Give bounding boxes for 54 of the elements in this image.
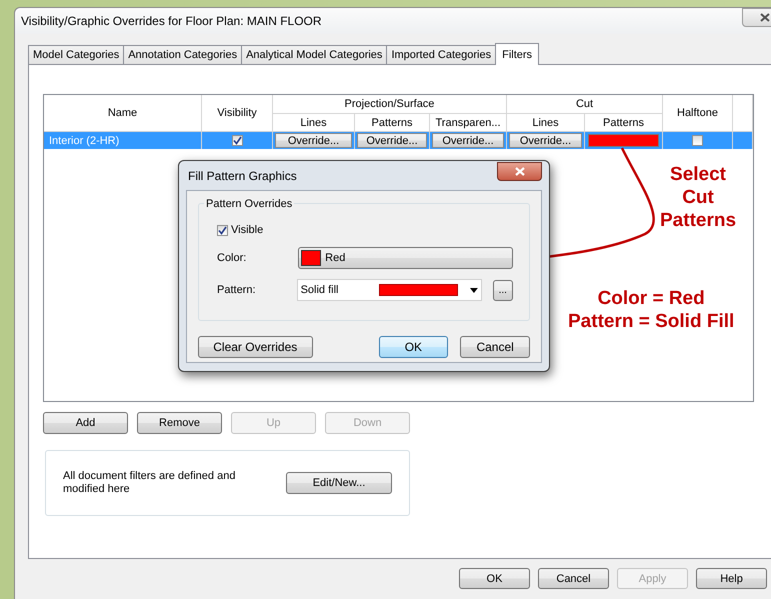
- footer-button[interactable]: OK: [459, 568, 530, 589]
- column-header: Projection/Surface: [273, 95, 507, 114]
- close-icon: [514, 166, 524, 176]
- field-label: Color:: [217, 252, 248, 264]
- callout-text: Patterns: [660, 209, 736, 232]
- dialog-button[interactable]: Clear Overrides: [198, 336, 313, 358]
- override-button[interactable]: Override...: [357, 133, 427, 148]
- color-swatch[interactable]: [588, 134, 659, 147]
- callout-text: Pattern = Solid Fill: [568, 310, 734, 333]
- more-button[interactable]: ...: [492, 280, 513, 300]
- dialog-button[interactable]: OK: [378, 336, 448, 358]
- column-header: Cut: [507, 95, 663, 114]
- dropdown-arrow-icon: [470, 288, 478, 292]
- callout-text: Cut: [682, 186, 714, 209]
- action-button[interactable]: Add: [43, 412, 128, 434]
- tab[interactable]: Analytical Model Categories: [241, 45, 388, 64]
- override-button[interactable]: Override...: [432, 133, 504, 148]
- footer-button[interactable]: Cancel: [538, 568, 609, 589]
- column-header: Lines: [273, 114, 355, 132]
- field-label: Pattern:: [217, 284, 257, 296]
- override-button[interactable]: Override...: [275, 133, 352, 148]
- info-text: All document filters are defined and modified here: [63, 470, 236, 496]
- tab[interactable]: Annotation Categories: [123, 45, 242, 64]
- color-value: Red: [325, 252, 346, 264]
- column-header: Patterns: [355, 114, 430, 132]
- column-header: Visibility: [202, 95, 273, 132]
- checkbox[interactable]: [692, 135, 703, 146]
- column-header: Halftone: [663, 95, 733, 132]
- tab[interactable]: Imported Categories: [386, 45, 496, 64]
- close-button[interactable]: [497, 162, 542, 180]
- pattern-dropdown[interactable]: Solid fill: [296, 279, 482, 301]
- tab[interactable]: Model Categories: [28, 45, 124, 64]
- callout-text: Color = Red: [598, 287, 705, 310]
- column-header: Name: [44, 95, 202, 132]
- callout-text: Select: [670, 163, 726, 186]
- column-header: Patterns: [585, 114, 663, 132]
- dialog-title: Fill Pattern Graphics: [187, 168, 297, 182]
- column-header: Transparen...: [430, 114, 507, 132]
- tab[interactable]: Filters: [495, 43, 540, 65]
- override-button[interactable]: Override...: [509, 133, 582, 148]
- dropdown-value: Solid fill: [300, 284, 340, 296]
- close-icon: [760, 13, 770, 22]
- dialog-button[interactable]: Cancel: [460, 336, 530, 358]
- footer-button[interactable]: Help: [696, 568, 767, 589]
- group-title: Pattern Overrides: [204, 198, 294, 210]
- window-title: Visibility/Graphic Overrides for Floor Plan: MAIN FLOOR: [20, 14, 322, 28]
- color-button[interactable]: Red: [298, 247, 513, 269]
- checkbox[interactable]: [232, 135, 242, 146]
- checkbox-label: Visible: [231, 224, 264, 236]
- edit-new-button[interactable]: Edit/New...: [286, 472, 392, 494]
- action-button[interactable]: Remove: [137, 412, 222, 434]
- column-header: Lines: [507, 114, 585, 132]
- checkbox[interactable]: [217, 224, 228, 236]
- header-filler: [733, 95, 753, 132]
